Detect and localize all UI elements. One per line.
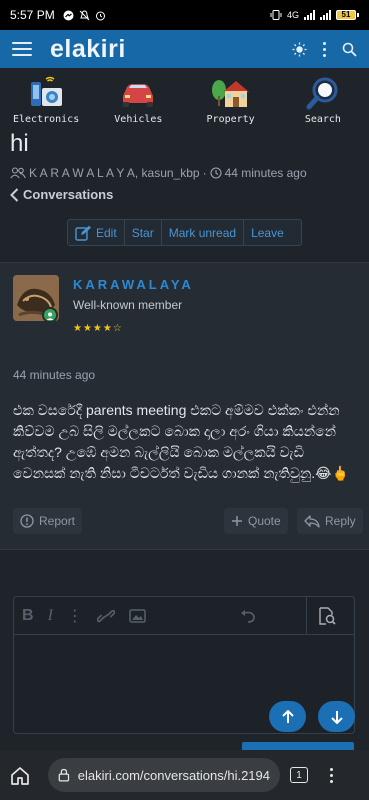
quote-button[interactable]: Quote xyxy=(224,508,288,534)
signal-icon-2 xyxy=(320,10,331,20)
star-button[interactable]: Star xyxy=(125,220,162,245)
message-time[interactable]: 44 minutes ago xyxy=(13,368,95,382)
editor-toolbar: B I ⋮ xyxy=(14,597,354,635)
quote-label: Quote xyxy=(248,514,281,528)
report-button[interactable]: Report xyxy=(13,508,83,534)
category-vehicles[interactable]: Vehicles xyxy=(98,76,178,130)
category-property[interactable]: Property xyxy=(191,76,271,130)
url-text: elakiri.com/conversations/hi.2194 xyxy=(77,767,270,783)
thread-participants[interactable]: K A R A W A L A Y A, kasun_kbp xyxy=(29,166,200,180)
leave-label: Leave xyxy=(251,225,284,240)
reply-label: Reply xyxy=(325,514,356,528)
mark-unread-button[interactable]: Mark unread xyxy=(162,220,245,245)
mark-unread-label: Mark unread xyxy=(168,225,237,240)
lock-icon xyxy=(58,768,70,782)
user-rating-stars: ★★★★☆ xyxy=(73,323,123,334)
username[interactable]: KARAWALAYA xyxy=(73,277,194,292)
report-label: Report xyxy=(39,514,76,528)
chevron-left-icon xyxy=(10,187,19,202)
category-shortcuts: Electronics Vehicles Property Search xyxy=(0,76,369,130)
message-card: KARAWALAYA Well-known member ★★★★☆ 44 mi… xyxy=(0,262,369,550)
electronics-icon xyxy=(26,76,66,110)
category-label: Search xyxy=(304,114,341,125)
arrow-up-icon xyxy=(281,709,294,723)
online-indicator xyxy=(42,307,58,323)
preview-icon xyxy=(318,606,336,625)
image-icon[interactable] xyxy=(129,608,146,623)
user-title: Well-known member xyxy=(73,298,183,312)
more-format-button[interactable]: ⋮ xyxy=(67,606,83,626)
category-electronics[interactable]: Electronics xyxy=(6,76,86,130)
bold-button[interactable]: B xyxy=(22,607,34,625)
participants-icon xyxy=(10,167,26,179)
theme-toggle-icon[interactable] xyxy=(292,42,307,57)
browser-menu-icon[interactable] xyxy=(330,767,333,783)
edit-label: Edit xyxy=(96,225,117,240)
category-label: Property xyxy=(206,114,255,125)
home-icon[interactable] xyxy=(10,766,30,785)
link-icon[interactable] xyxy=(96,608,115,624)
category-label: Vehicles xyxy=(114,114,163,125)
submit-button-partial[interactable] xyxy=(242,742,354,750)
site-logo[interactable]: elakiri xyxy=(50,35,126,64)
battery-level: 51 xyxy=(336,10,356,20)
scroll-top-button[interactable] xyxy=(269,701,306,732)
status-time: 5:57 PM xyxy=(10,8,55,22)
edit-icon xyxy=(75,225,91,241)
clock-icon xyxy=(210,167,222,179)
leave-button[interactable]: Leave xyxy=(244,220,291,245)
undo-icon[interactable] xyxy=(240,609,256,623)
edit-button[interactable]: Edit xyxy=(68,220,125,245)
magnifier-icon xyxy=(303,76,343,110)
reply-icon xyxy=(304,514,320,528)
network-4g-icon: 4G xyxy=(286,10,299,20)
car-icon xyxy=(118,76,158,110)
page-title: hi xyxy=(10,130,29,157)
mute-icon xyxy=(79,9,90,20)
site-header: elakiri xyxy=(0,30,369,68)
thread-meta: K A R A W A L A Y A, kasun_kbp · 44 minu… xyxy=(10,166,307,180)
browser-toolbar: elakiri.com/conversations/hi.2194 1 xyxy=(0,750,369,800)
message-body: එක වසරේදී parents meeting එකට අම්මව එක්ක… xyxy=(13,402,349,481)
scroll-bottom-button[interactable] xyxy=(318,701,355,732)
alarm-icon xyxy=(95,11,105,20)
messenger-icon xyxy=(63,10,74,20)
more-options-icon[interactable] xyxy=(323,41,326,57)
tab-switcher-button[interactable]: 1 xyxy=(290,767,308,783)
plus-icon xyxy=(232,516,242,526)
category-label: Electronics xyxy=(13,114,80,125)
address-bar[interactable]: elakiri.com/conversations/hi.2194 xyxy=(48,758,280,792)
conversation-actions: Edit Star Mark unread Leave xyxy=(67,219,302,246)
category-search[interactable]: Search xyxy=(283,76,363,130)
vibrate-icon xyxy=(270,10,282,20)
search-icon[interactable] xyxy=(342,42,357,57)
preview-button[interactable] xyxy=(306,597,346,634)
breadcrumb[interactable]: Conversations xyxy=(10,187,113,202)
arrow-down-icon xyxy=(330,710,343,724)
breadcrumb-label: Conversations xyxy=(23,187,114,202)
battery-icon: 51 xyxy=(336,10,359,20)
report-icon xyxy=(20,514,34,528)
thread-time: 44 minutes ago xyxy=(224,166,307,180)
house-icon xyxy=(211,76,251,110)
menu-icon[interactable] xyxy=(12,42,32,56)
star-label: Star xyxy=(131,225,154,240)
reply-button[interactable]: Reply xyxy=(297,508,363,534)
status-bar: 5:57 PM 4G 51 xyxy=(0,0,369,30)
italic-button[interactable]: I xyxy=(48,607,53,625)
signal-icon xyxy=(304,10,315,20)
